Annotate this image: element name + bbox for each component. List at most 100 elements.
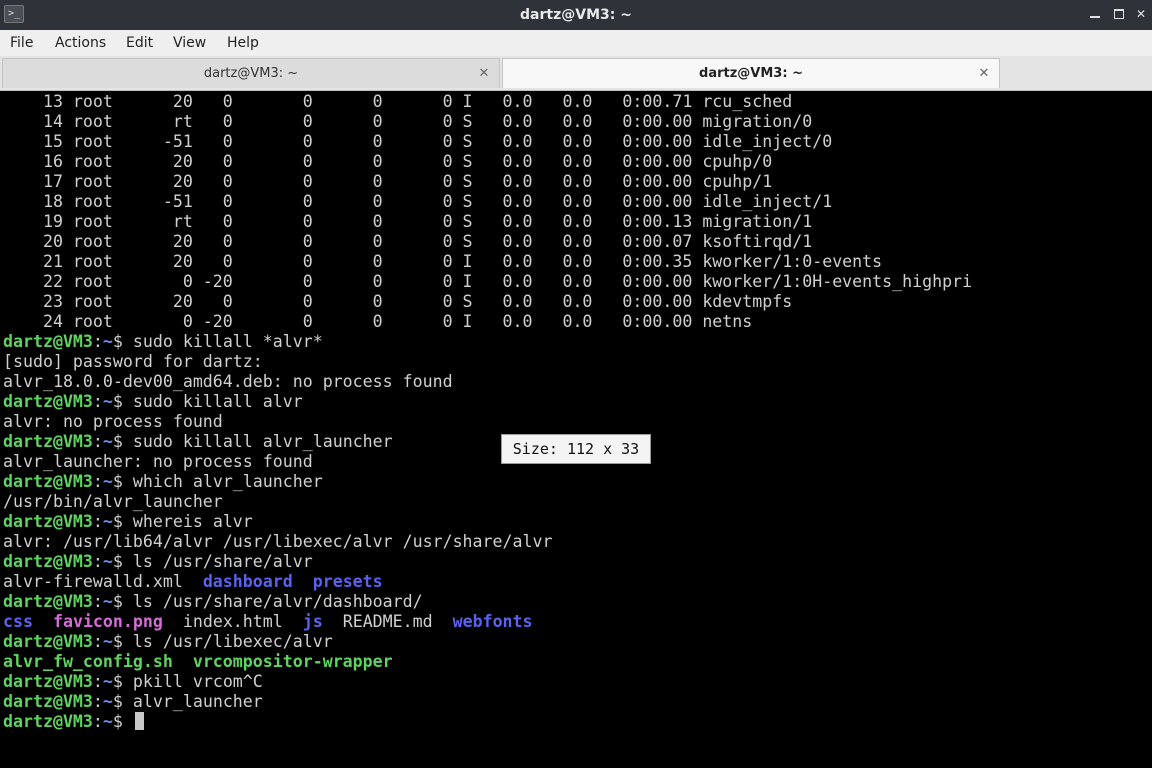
terminal-text: 18 root -51 0 0 0 0 S 0.0 0.0 0:00.00 id… (3, 192, 833, 211)
terminal-line: 13 root 20 0 0 0 0 I 0.0 0.0 0:00.71 rcu… (3, 92, 972, 112)
terminal-line: 24 root 0 -20 0 0 0 I 0.0 0.0 0:00.00 ne… (3, 312, 972, 332)
prompt-path: ~ (102, 332, 113, 351)
terminal-text: : (92, 512, 103, 531)
prompt-user-host: dartz@VM3 (3, 632, 93, 651)
terminal-line: alvr_fw_config.sh vrcompositor-wrapper (3, 652, 972, 672)
prompt-path: ~ (102, 592, 113, 611)
terminal-text: alvr_fw_config.sh (3, 652, 173, 671)
prompt-path: ~ (102, 392, 113, 411)
terminal-output[interactable]: 13 root 20 0 0 0 0 I 0.0 0.0 0:00.71 rcu… (0, 91, 1152, 768)
terminal-text: 15 root -51 0 0 0 0 S 0.0 0.0 0:00.00 id… (3, 132, 833, 151)
terminal-cursor (134, 712, 144, 730)
terminal-text: $ whereis alvr (112, 512, 253, 531)
terminal-text: 13 root 20 0 0 0 0 I 0.0 0.0 0:00.71 rcu… (3, 92, 793, 111)
terminal-text: : (92, 472, 103, 491)
window-title: dartz@VM3: ~ (520, 7, 632, 23)
terminal-line: dartz@VM3:~$ (3, 712, 972, 732)
terminal-lines: 13 root 20 0 0 0 0 I 0.0 0.0 0:00.71 rcu… (3, 92, 972, 732)
terminal-text: README.md (322, 612, 453, 631)
terminal-text: $ alvr_launcher (112, 692, 263, 711)
terminal-text: : (92, 432, 103, 451)
terminal-text: $ ls /usr/share/alvr (112, 552, 313, 571)
terminal-line: 15 root -51 0 0 0 0 S 0.0 0.0 0:00.00 id… (3, 132, 972, 152)
tab-terminal-1[interactable]: dartz@VM3: ~ ✕ (2, 58, 500, 88)
prompt-user-host: dartz@VM3 (3, 672, 93, 691)
close-window-button[interactable]: ✕ (1134, 7, 1148, 21)
terminal-line: alvr: /usr/lib64/alvr /usr/libexec/alvr … (3, 532, 972, 552)
terminal-line: 19 root rt 0 0 0 0 S 0.0 0.0 0:00.13 mig… (3, 212, 972, 232)
terminal-text: alvr: /usr/lib64/alvr /usr/libexec/alvr … (3, 532, 553, 551)
tab-close-icon[interactable]: ✕ (977, 59, 991, 89)
prompt-path: ~ (102, 712, 113, 731)
terminal-text: $ ls /usr/share/alvr/dashboard/ (112, 592, 423, 611)
terminal-line: dartz@VM3:~$ alvr_launcher (3, 692, 972, 712)
terminal-text: 21 root 20 0 0 0 0 I 0.0 0.0 0:00.35 kwo… (3, 252, 883, 271)
terminal-line: dartz@VM3:~$ ls /usr/libexec/alvr (3, 632, 972, 652)
prompt-user-host: dartz@VM3 (3, 332, 93, 351)
terminal-line: dartz@VM3:~$ sudo killall *alvr* (3, 332, 972, 352)
terminal-text: index.html (162, 612, 303, 631)
tab-terminal-2[interactable]: dartz@VM3: ~ ✕ (502, 58, 1000, 88)
terminal-text: $ pkill vrcom^C (112, 672, 263, 691)
menu-help[interactable]: Help (227, 30, 259, 56)
prompt-path: ~ (102, 632, 113, 651)
terminal-text: dashboard (202, 572, 293, 591)
prompt-user-host: dartz@VM3 (3, 592, 93, 611)
terminal-line: dartz@VM3:~$ pkill vrcom^C (3, 672, 972, 692)
terminal-line: alvr-firewalld.xml dashboard presets (3, 572, 972, 592)
terminal-line: alvr_launcher: no process found (3, 452, 972, 472)
prompt-user-host: dartz@VM3 (3, 432, 93, 451)
terminal-text: [sudo] password for dartz: (3, 352, 263, 371)
terminal-text: css (3, 612, 33, 631)
prompt-user-host: dartz@VM3 (3, 712, 93, 731)
terminal-text: favicon.png (52, 612, 163, 631)
terminal-text: presets (312, 572, 383, 591)
menu-edit[interactable]: Edit (126, 30, 153, 56)
terminal-text: $ which alvr_launcher (112, 472, 323, 491)
terminal-line: 14 root rt 0 0 0 0 S 0.0 0.0 0:00.00 mig… (3, 112, 972, 132)
menu-view[interactable]: View (173, 30, 206, 56)
terminal-text: : (92, 672, 103, 691)
terminal-text: 14 root rt 0 0 0 0 S 0.0 0.0 0:00.00 mig… (3, 112, 813, 131)
tab-bar: dartz@VM3: ~ ✕ dartz@VM3: ~ ✕ (0, 56, 1152, 91)
terminal-text: alvr-firewalld.xml (3, 572, 203, 591)
terminal-text: 20 root 20 0 0 0 0 S 0.0 0.0 0:00.07 kso… (3, 232, 813, 251)
terminal-text: webfonts (452, 612, 533, 631)
menu-file[interactable]: File (10, 30, 33, 56)
terminal-text: : (92, 632, 103, 651)
prompt-path: ~ (102, 432, 113, 451)
terminal-text: : (92, 712, 103, 731)
terminal-text: 23 root 20 0 0 0 0 S 0.0 0.0 0:00.00 kde… (3, 292, 793, 311)
terminal-text: $ sudo killall alvr_launcher (112, 432, 393, 451)
terminal-text: : (92, 332, 103, 351)
minimize-button[interactable] (1088, 7, 1102, 21)
prompt-path: ~ (102, 552, 113, 571)
terminal-line: 21 root 20 0 0 0 0 I 0.0 0.0 0:00.35 kwo… (3, 252, 972, 272)
terminal-line: 16 root 20 0 0 0 0 S 0.0 0.0 0:00.00 cpu… (3, 152, 972, 172)
terminal-text: : (92, 552, 103, 571)
terminal-text: 17 root 20 0 0 0 0 S 0.0 0.0 0:00.00 cpu… (3, 172, 773, 191)
terminal-line: dartz@VM3:~$ sudo killall alvr_launcher (3, 432, 972, 452)
terminal-text: $ (112, 712, 133, 731)
terminal-text: alvr_18.0.0-dev00_amd64.deb: no process … (3, 372, 453, 391)
terminal-line: dartz@VM3:~$ whereis alvr (3, 512, 972, 532)
terminal-text: : (92, 392, 103, 411)
terminal-text: : (92, 592, 103, 611)
terminal-line: 22 root 0 -20 0 0 0 I 0.0 0.0 0:00.00 kw… (3, 272, 972, 292)
terminal-text: /usr/bin/alvr_launcher (3, 492, 223, 511)
terminal-text: 22 root 0 -20 0 0 0 I 0.0 0.0 0:00.00 kw… (3, 272, 973, 291)
terminal-line: /usr/bin/alvr_launcher (3, 492, 972, 512)
tab-close-icon[interactable]: ✕ (477, 59, 491, 89)
maximize-button[interactable] (1112, 7, 1126, 21)
terminal-text: $ sudo killall alvr (112, 392, 303, 411)
terminal-line: alvr_18.0.0-dev00_amd64.deb: no process … (3, 372, 972, 392)
prompt-user-host: dartz@VM3 (3, 552, 93, 571)
prompt-path: ~ (102, 672, 113, 691)
menu-actions[interactable]: Actions (55, 30, 106, 56)
tab-label: dartz@VM3: ~ (203, 66, 299, 81)
terminal-line: [sudo] password for dartz: (3, 352, 972, 372)
terminal-line: 20 root 20 0 0 0 0 S 0.0 0.0 0:00.07 kso… (3, 232, 972, 252)
